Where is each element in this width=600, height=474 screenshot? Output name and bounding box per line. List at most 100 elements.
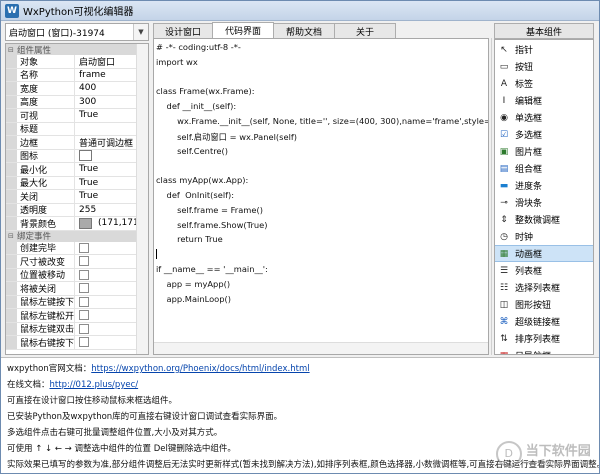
code-line: def __init__(self): [156, 101, 237, 112]
property-row[interactable]: 边框 普通可调边框 [6, 136, 148, 150]
tool-label: 动画框 [515, 250, 543, 260]
event-checkbox[interactable] [79, 242, 89, 253]
collapse-icon[interactable]: ⊟ [8, 46, 17, 54]
splitter[interactable] [491, 38, 492, 355]
event-checkbox[interactable] [79, 296, 89, 307]
tool-item[interactable]: ▦ 动画框 [495, 245, 593, 262]
tool-item[interactable]: ☰ 列表框 [495, 262, 593, 279]
tab-code[interactable]: 代码界面 [212, 22, 274, 38]
property-row[interactable]: 对象 启动窗口 [6, 55, 148, 69]
code-line: class myApp(wx.App): [156, 175, 249, 186]
code-line: return True [156, 234, 223, 245]
event-row[interactable]: 鼠标左键按下 [6, 295, 148, 309]
event-name: 创建完毕 [17, 241, 75, 254]
tool-item[interactable]: ▬ 进度条 [495, 177, 593, 194]
tool-item[interactable]: ◷ 时钟 [495, 228, 593, 245]
code-line: self.frame.Show(True) [156, 219, 268, 230]
event-row[interactable]: 鼠标左键松开 [6, 309, 148, 323]
property-row[interactable]: 背景颜色 (171,171,1 [6, 217, 148, 231]
event-checkbox[interactable] [79, 269, 89, 280]
tool-label: 图形按钮 [515, 301, 552, 311]
chevron-down-icon[interactable]: ▼ [133, 24, 148, 40]
tool-item[interactable]: ▭ 按钮 [495, 58, 593, 75]
property-row[interactable]: 高度 300 [6, 95, 148, 109]
code-line: def OnInit(self): [156, 190, 235, 200]
tool-item[interactable]: ⇕ 整数微调框 [495, 211, 593, 228]
property-grid: ⊟ 组件属性 对象 启动窗口 名称 frame 宽度 400 高度 300 可视 True 标题 边框… [5, 43, 149, 355]
tool-label: 选择列表框 [515, 284, 561, 294]
title-bar: W WxPython可视化编辑器 [1, 1, 599, 21]
event-row[interactable]: 鼠标左键双击 [6, 322, 148, 336]
property-row[interactable]: 最小化 True [6, 163, 148, 177]
watermark-logo: D [495, 440, 522, 467]
event-category[interactable]: ⊟ 绑定事件 [6, 230, 148, 242]
property-name: 图标 [17, 149, 75, 162]
editor-hscrollbar[interactable] [154, 342, 488, 354]
tool-item[interactable]: ▦ 日导航框 [495, 347, 593, 355]
tool-item[interactable]: ▣ 图片框 [495, 143, 593, 160]
tool-label: 列表框 [515, 267, 543, 277]
event-row[interactable]: 将被关闭 [6, 282, 148, 296]
event-row[interactable]: 位置被移动 [6, 268, 148, 282]
code-line: self.Centre() [156, 145, 229, 156]
event-checkbox[interactable] [79, 256, 89, 267]
app-icon: W [5, 3, 19, 18]
property-name: 标题 [17, 122, 75, 135]
tab-help[interactable]: 帮助文档 [273, 23, 335, 38]
property-row[interactable]: 宽度 400 [6, 82, 148, 96]
event-checkbox[interactable] [79, 310, 89, 321]
property-row[interactable]: 最大化 True [6, 176, 148, 190]
tool-item[interactable]: ◉ 单选框 [495, 109, 593, 126]
event-row[interactable]: 尺寸被改变 [6, 255, 148, 269]
docs-link[interactable]: https://wxpython.org/Phoenix/docs/html/i… [91, 364, 309, 374]
tool-item[interactable]: ↖ 指针 [495, 41, 593, 58]
collapse-icon[interactable]: ⊟ [8, 232, 17, 240]
property-row[interactable]: 名称 frame [6, 68, 148, 82]
code-line: class Frame(wx.Frame): [156, 86, 255, 97]
info-line: 多选组件点击右键可批量调整组件位置,大小及对其方式。 [7, 428, 223, 438]
color-swatch[interactable] [79, 217, 92, 229]
code-editor[interactable]: # -*- coding:utf-8 -*- import wx class Fra… [153, 38, 489, 355]
tool-item[interactable]: ☷ 选择列表框 [495, 279, 593, 296]
event-checkbox[interactable] [79, 283, 89, 294]
property-row[interactable]: 图标 [6, 149, 148, 163]
sortlist-icon: ⇅ [500, 333, 508, 344]
tool-item[interactable]: ▤ 组合框 [495, 160, 593, 177]
tool-item[interactable]: ⇅ 排序列表框 [495, 330, 593, 347]
tool-label: 组合框 [515, 165, 543, 175]
tool-item[interactable]: ⊸ 滑块条 [495, 194, 593, 211]
tool-item[interactable]: ◫ 图形按钮 [495, 296, 593, 313]
toolbox-header[interactable]: 基本组件 [494, 23, 594, 39]
property-scrollbar[interactable] [136, 44, 148, 354]
event-row[interactable]: 创建完毕 [6, 241, 148, 255]
object-selector[interactable]: 启动窗口 (窗口)-31974 ▼ [5, 23, 149, 41]
tab-design[interactable]: 设计窗口 [153, 23, 213, 38]
event-checkbox[interactable] [79, 337, 89, 348]
code-line: self.frame = Frame() [156, 204, 263, 215]
event-name: 鼠标左键按下 [17, 295, 75, 308]
property-row[interactable]: 标题 [6, 122, 148, 136]
tool-item[interactable]: Ⅰ 编辑框 [495, 92, 593, 109]
property-category[interactable]: ⊟ 组件属性 [6, 44, 148, 56]
tool-label: 滑块条 [515, 199, 543, 209]
online-docs-link[interactable]: http://012.plus/pyec/ [50, 380, 139, 390]
info-line: wxpython官网文档：https://wxpython.org/Phoeni… [7, 364, 310, 374]
tool-item[interactable]: ☑ 多选框 [495, 126, 593, 143]
tool-item[interactable]: ⌘ 超级链接框 [495, 313, 593, 330]
event-checkbox[interactable] [79, 323, 89, 334]
tool-label: 按钮 [515, 63, 534, 73]
main-window: W WxPython可视化编辑器 启动窗口 (窗口)-31974 ▼ ⊟ 组件属… [0, 0, 600, 474]
tool-label: 指针 [515, 46, 534, 56]
textbox-icon: Ⅰ [502, 95, 506, 106]
property-row[interactable]: 透明度 255 [6, 203, 148, 217]
event-name: 鼠标右键按下 [17, 336, 75, 349]
property-row[interactable]: 关闭 True [6, 190, 148, 204]
tab-about[interactable]: 关于 [334, 23, 396, 38]
event-row[interactable]: 鼠标右键按下 [6, 336, 148, 350]
code-line: # -*- coding:utf-8 -*- [156, 42, 241, 52]
icon-swatch[interactable] [79, 150, 92, 162]
property-row[interactable]: 可视 True [6, 109, 148, 123]
listbox-icon: ☰ [499, 265, 509, 276]
tool-item[interactable]: A 标签 [495, 75, 593, 92]
text-caret [156, 249, 157, 260]
